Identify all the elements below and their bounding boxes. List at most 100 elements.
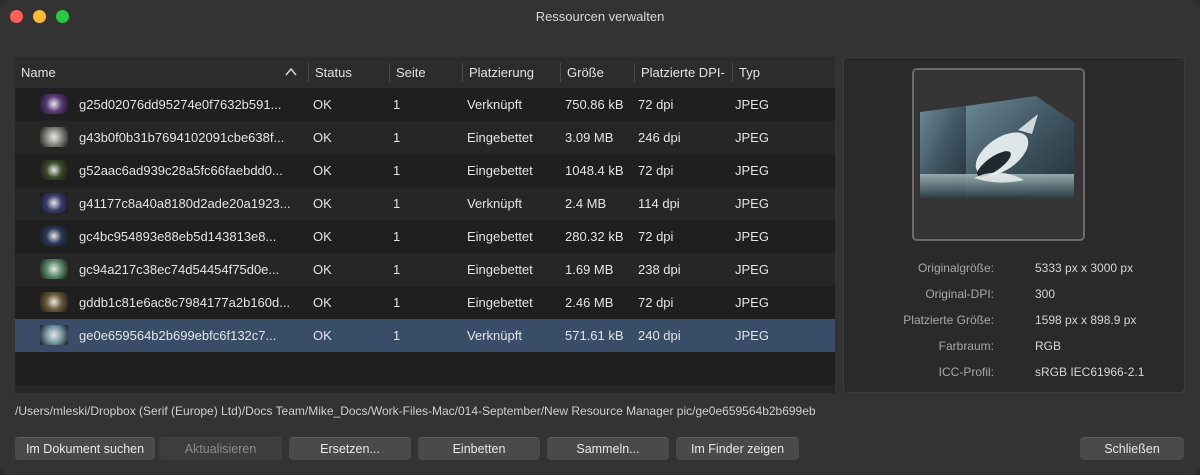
cell-size: 2.46 MB: [565, 295, 614, 310]
cell-status: OK: [313, 328, 332, 343]
column-header-page[interactable]: Seite: [390, 57, 462, 88]
cell-type: JPEG: [735, 229, 769, 244]
window-title: Ressourcen verwalten: [535, 9, 665, 24]
cell-size: 750.86 kB: [565, 97, 624, 112]
cell-page: 1: [393, 262, 401, 277]
cell-page: 1: [393, 163, 401, 178]
cell-dpi: 240 dpi: [638, 328, 681, 343]
cell-status: OK: [313, 229, 332, 244]
find-in-document-button[interactable]: Im Dokument suchen: [15, 437, 155, 460]
resource-table: Name Status Seite Platzierung Größe Plat…: [15, 57, 835, 393]
column-header-type[interactable]: Typ: [733, 57, 833, 88]
cell-name: ge0e659564b2b699ebfc6f132c7...: [79, 328, 277, 343]
resource-manager-window: Ressourcen verwalten Name Status Seite P…: [0, 0, 1200, 475]
table-row[interactable]: gc4bc954893e88eb5d143813e8... OK 1 Eingebet…: [15, 220, 835, 253]
cell-placement: Verknüpft: [467, 328, 522, 343]
update-button[interactable]: Aktualisieren: [159, 437, 282, 460]
table-header: Name Status Seite Platzierung Größe Plat…: [15, 57, 835, 88]
image-thumbnail: [40, 193, 68, 213]
cell-type: JPEG: [735, 196, 769, 211]
cell-page: 1: [393, 130, 401, 145]
color-space-value: RGB: [1035, 339, 1062, 353]
chevron-up-icon[interactable]: [285, 67, 297, 77]
placed-size-value: 1598 px x 898.9 px: [1035, 313, 1137, 327]
cell-placement: Eingebettet: [467, 229, 533, 244]
close-button[interactable]: Schließen: [1080, 437, 1184, 460]
table-row[interactable]: g41177c8a40a8180d2ade20a1923... OK 1 Verknü…: [15, 187, 835, 220]
cell-size: 1.69 MB: [565, 262, 614, 277]
image-thumbnail: [40, 226, 68, 246]
image-thumbnail: [40, 94, 68, 114]
cell-size: 2.4 MB: [565, 196, 607, 211]
cell-dpi: 238 dpi: [638, 262, 681, 277]
cell-size: 1048.4 kB: [565, 163, 624, 178]
original-size-label: Originalgröße:: [917, 261, 994, 275]
table-row[interactable]: gc94a217c38ec74d54454f75d0e... OK 1 Eingebe…: [15, 253, 835, 286]
cell-type: JPEG: [735, 130, 769, 145]
cell-size: 571.61 kB: [565, 328, 624, 343]
cell-page: 1: [393, 196, 401, 211]
collect-button[interactable]: Sammeln...: [547, 437, 669, 460]
image-thumbnail: [40, 259, 68, 279]
column-header-size[interactable]: Größe: [561, 57, 634, 88]
replace-button[interactable]: Ersetzen...: [289, 437, 411, 460]
cell-page: 1: [393, 295, 401, 310]
cell-dpi: 72 dpi: [638, 163, 674, 178]
cell-name: g25d02076dd95274e0f7632b591...: [79, 97, 282, 112]
cell-page: 1: [393, 328, 401, 343]
image-thumbnail: [40, 292, 68, 312]
table-row[interactable]: g25d02076dd95274e0f7632b591... OK 1 Verknüp…: [15, 88, 835, 121]
cell-size: 3.09 MB: [565, 130, 614, 145]
column-header-status[interactable]: Status: [309, 57, 389, 88]
whale-preview-image: [914, 70, 1083, 239]
icc-profile-value: sRGB IEC61966-2.1: [1035, 365, 1145, 379]
cell-placement: Eingebettet: [467, 130, 533, 145]
cell-dpi: 72 dpi: [638, 295, 674, 310]
cell-placement: Eingebettet: [467, 295, 533, 310]
cell-placement: Eingebettet: [467, 262, 533, 277]
cell-dpi: 246 dpi: [638, 130, 681, 145]
placed-size-label: Platzierte Größe:: [903, 313, 994, 327]
cell-name: g52aac6ad939c28a5fc66faebdd0...: [79, 163, 283, 178]
cell-type: JPEG: [735, 163, 769, 178]
cell-type: JPEG: [735, 97, 769, 112]
cell-status: OK: [313, 163, 332, 178]
cell-dpi: 72 dpi: [638, 97, 674, 112]
table-row[interactable]: g52aac6ad939c28a5fc66faebdd0... OK 1 Eingeb…: [15, 154, 835, 187]
cell-placement: Verknüpft: [467, 97, 522, 112]
image-thumbnail: [40, 325, 68, 345]
cell-dpi: 114 dpi: [638, 196, 680, 211]
cell-name: g43b0f0b31b7694102091cbe638f...: [79, 130, 285, 145]
color-space-label: Farbraum:: [938, 339, 994, 353]
table-row[interactable]: ge0e659564b2b699ebfc6f132c7... OK 1 Verknüp…: [15, 319, 835, 352]
cell-dpi: 72 dpi: [638, 229, 674, 244]
cell-name: gddb1c81e6ac8c7984177a2b160d...: [79, 295, 291, 310]
original-dpi-label: Original-DPI:: [925, 287, 994, 301]
details-panel: Originalgröße: 5333 px x 3000 px Origina…: [843, 57, 1185, 393]
column-header-name[interactable]: Name: [15, 57, 308, 88]
cell-type: JPEG: [735, 262, 769, 277]
image-thumbnail: [40, 160, 68, 180]
cell-type: JPEG: [735, 328, 769, 343]
cell-type: JPEG: [735, 295, 769, 310]
image-thumbnail: [40, 127, 68, 147]
cell-placement: Verknüpft: [467, 196, 522, 211]
cell-status: OK: [313, 130, 332, 145]
cell-page: 1: [393, 97, 401, 112]
embed-button[interactable]: Einbetten: [418, 437, 540, 460]
table-row[interactable]: gddb1c81e6ac8c7984177a2b160d... OK 1 Eingeb…: [15, 286, 835, 319]
image-preview: [912, 68, 1085, 241]
original-dpi-value: 300: [1035, 287, 1056, 301]
show-in-finder-button[interactable]: Im Finder zeigen: [676, 437, 799, 460]
column-header-placement[interactable]: Platzierung: [463, 57, 560, 88]
table-row[interactable]: g43b0f0b31b7694102091cbe638f... OK 1 Eingeb…: [15, 121, 835, 154]
cell-placement: Eingebettet: [467, 163, 533, 178]
original-size-value: 5333 px x 3000 px: [1035, 261, 1134, 275]
cell-size: 280.32 kB: [565, 229, 624, 244]
empty-row: [15, 352, 835, 385]
file-path: /Users/mleski/Dropbox (Serif (Europe) Lt…: [15, 404, 816, 418]
cell-name: gc94a217c38ec74d54454f75d0e...: [79, 262, 280, 277]
column-header-dpi[interactable]: Platzierte DPI-: [635, 57, 732, 88]
cell-status: OK: [313, 196, 332, 211]
cell-status: OK: [313, 97, 332, 112]
